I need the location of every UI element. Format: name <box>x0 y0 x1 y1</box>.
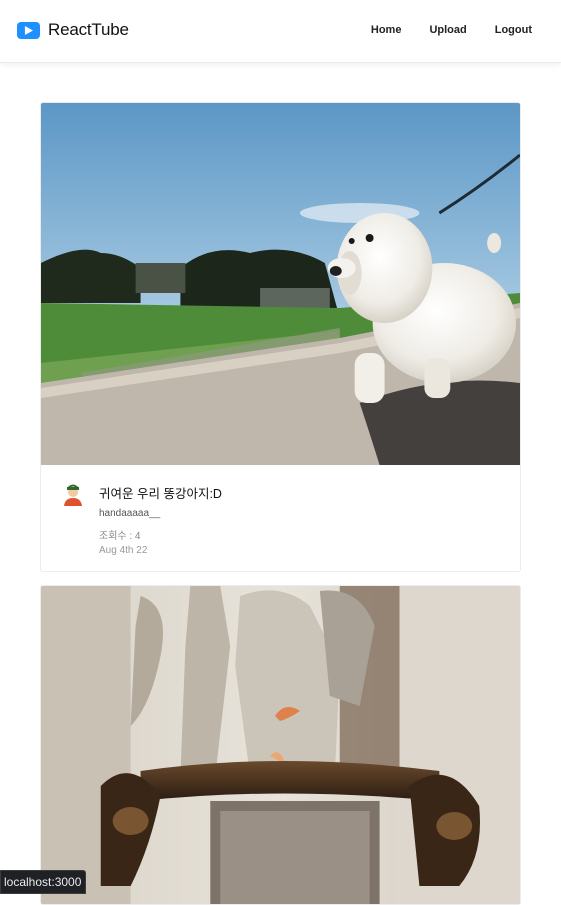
video-thumbnail[interactable] <box>41 103 520 465</box>
status-bar-url: localhost:3000 <box>0 870 87 894</box>
video-author[interactable]: handaaaaa__ <box>99 508 520 519</box>
main-nav: Home Upload Logout <box>371 24 532 36</box>
video-date: Aug 4th 22 <box>99 545 148 556</box>
video-card[interactable]: 귀여운 우리 똥강아지:D handaaaaa__ 조회수 : 4 Aug 4t… <box>40 102 521 572</box>
play-icon <box>17 21 40 39</box>
nav-logout-link[interactable]: Logout <box>495 24 532 36</box>
nav-upload-link[interactable]: Upload <box>429 24 466 36</box>
top-navbar: ReactTube Home Upload Logout <box>0 0 561 63</box>
video-views: 조회수 : 4 <box>99 531 141 542</box>
video-title[interactable]: 귀여운 우리 똥강아지:D <box>99 483 520 502</box>
video-thumbnail[interactable] <box>41 586 520 905</box>
video-card[interactable] <box>40 585 521 905</box>
brand-logo-link[interactable]: ReactTube <box>17 20 129 40</box>
video-info: 귀여운 우리 똥강아지:D handaaaaa__ 조회수 : 4 Aug 4t… <box>41 465 520 571</box>
brand-name: ReactTube <box>48 20 129 39</box>
avatar[interactable] <box>61 482 85 506</box>
nav-home-link[interactable]: Home <box>371 24 402 36</box>
